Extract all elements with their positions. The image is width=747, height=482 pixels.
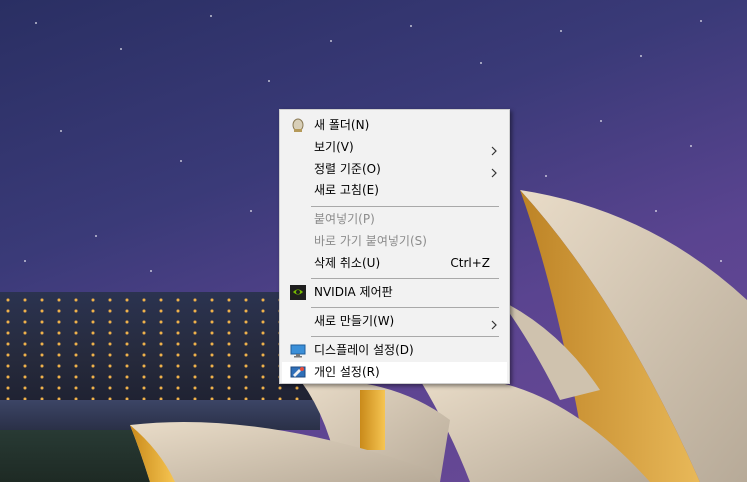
menu-item-label: 새로 만들기(W) [314,314,395,328]
menu-item-label: 새로 고침(E) [314,183,379,197]
menu-item-refresh[interactable]: 새로 고침(E) [282,180,507,201]
menu-separator [311,336,499,337]
menu-item-label: 바로 가기 붙여넣기(S) [314,234,427,248]
menu-item-label: 새 폴더(N) [314,118,370,132]
menu-item-label: 삭제 취소(U) [314,256,381,270]
personalize-icon [290,365,306,380]
display-icon [290,343,306,358]
desktop-wallpaper[interactable]: 새 폴더(N) 보기(V) 정렬 기준(O) 새로 고침(E) 붙여넣기(P) … [0,0,747,482]
chevron-right-icon [489,142,499,156]
menu-item-shortcut: Ctrl+Z [450,256,490,270]
menu-item-label: 붙여넣기(P) [314,212,375,226]
menu-item-new[interactable]: 새로 만들기(W) [282,311,507,332]
menu-separator [311,206,499,207]
menu-item-label: 정렬 기준(O) [314,162,381,176]
menu-item-sort-by[interactable]: 정렬 기준(O) [282,159,507,180]
menu-item-new-folder[interactable]: 새 폴더(N) [282,115,507,136]
menu-item-paste-shortcut[interactable]: 바로 가기 붙여넣기(S) [282,231,507,252]
menu-item-label: 개인 설정(R) [314,365,380,379]
menu-item-personalize[interactable]: 개인 설정(R) [282,362,507,383]
menu-separator [311,307,499,308]
menu-item-nvidia-control-panel[interactable]: NVIDIA 제어판 [282,282,507,303]
chevron-right-icon [489,316,499,330]
chevron-right-icon [489,164,499,178]
menu-separator [311,278,499,279]
desktop-context-menu: 새 폴더(N) 보기(V) 정렬 기준(O) 새로 고침(E) 붙여넣기(P) … [279,109,510,384]
menu-item-undo-delete[interactable]: 삭제 취소(U) Ctrl+Z [282,253,507,274]
menu-item-paste[interactable]: 붙여넣기(P) [282,209,507,230]
menu-item-label: NVIDIA 제어판 [314,285,393,299]
nvidia-icon [290,285,306,300]
menu-item-view[interactable]: 보기(V) [282,137,507,158]
new-folder-icon [290,118,306,133]
menu-item-display-settings[interactable]: 디스플레이 설정(D) [282,340,507,361]
menu-item-label: 보기(V) [314,140,354,154]
menu-item-label: 디스플레이 설정(D) [314,343,414,357]
